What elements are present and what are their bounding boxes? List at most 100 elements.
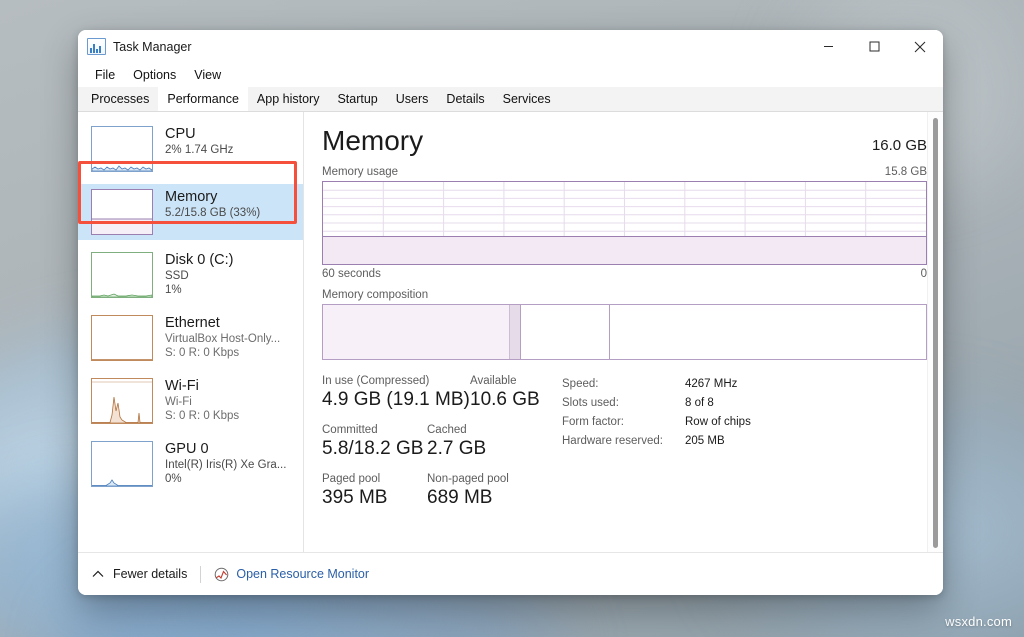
menu-bar: File Options View — [78, 63, 943, 87]
task-manager-window: Task Manager File Options View Processes — [78, 30, 943, 595]
panel-header: Memory 16.0 GB — [322, 124, 927, 158]
memory-stats: In use (Compressed) 4.9 GB (19.1 MB) Ava… — [322, 374, 927, 521]
sidebar-item-text: Disk 0 (C:) SSD 1% — [165, 252, 233, 297]
sidebar-item-disk0[interactable]: Disk 0 (C:) SSD 1% — [78, 247, 303, 303]
open-resource-monitor-link[interactable]: Open Resource Monitor — [214, 567, 369, 582]
spec-speed: Speed: 4267 MHz — [562, 375, 927, 394]
page-title: Memory — [322, 124, 423, 158]
menu-options[interactable]: Options — [124, 66, 185, 84]
menu-file[interactable]: File — [86, 66, 124, 84]
spec-key: Speed: — [562, 375, 685, 394]
spec-key: Slots used: — [562, 394, 685, 413]
stat-label: Available — [470, 374, 540, 388]
spec-value: 4267 MHz — [685, 375, 737, 394]
scrollbar-thumb[interactable] — [933, 118, 938, 548]
stat-value: 4.9 GB (19.1 MB) — [322, 388, 470, 412]
sidebar-item-label: GPU 0 — [165, 441, 286, 458]
sidebar-item-sub1: SSD — [165, 269, 233, 283]
sidebar-item-label: Wi-Fi — [165, 378, 239, 395]
composition-segment-in-use — [323, 305, 510, 359]
sidebar-item-text: GPU 0 Intel(R) Iris(R) Xe Gra... 0% — [165, 441, 286, 486]
tab-details[interactable]: Details — [437, 87, 493, 111]
stat-paged-pool: Paged pool 395 MB — [322, 472, 427, 510]
maximize-button[interactable] — [851, 30, 897, 63]
spec-key: Hardware reserved: — [562, 432, 685, 451]
disk-thumbnail-graph — [91, 252, 153, 298]
minimize-button[interactable] — [805, 30, 851, 63]
stat-value: 2.7 GB — [427, 437, 486, 461]
spec-value: Row of chips — [685, 413, 751, 432]
site-watermark: wsxdn.com — [945, 614, 1012, 629]
composition-segment-standby — [521, 305, 610, 359]
sidebar-item-wifi[interactable]: Wi-Fi Wi-Fi S: 0 R: 0 Kbps — [78, 373, 303, 429]
tab-startup[interactable]: Startup — [328, 87, 386, 111]
stat-value: 395 MB — [322, 486, 427, 510]
title-bar[interactable]: Task Manager — [78, 30, 943, 63]
tab-strip: Processes Performance App history Startu… — [78, 87, 943, 112]
desktop: wsxdn.com Task Manager — [0, 0, 1024, 637]
memory-thumbnail-graph — [91, 189, 153, 235]
sidebar-item-ethernet[interactable]: Ethernet VirtualBox Host-Only... S: 0 R:… — [78, 310, 303, 366]
stat-label: Cached — [427, 423, 486, 437]
composition-segment-free — [610, 305, 926, 359]
stat-cached: Cached 2.7 GB — [427, 423, 486, 461]
cpu-thumbnail-graph — [91, 126, 153, 172]
sidebar-item-sub1: VirtualBox Host-Only... — [165, 332, 280, 346]
fewer-details-label: Fewer details — [113, 567, 187, 581]
sidebar-item-label: Ethernet — [165, 315, 280, 332]
spec-slots-used: Slots used: 8 of 8 — [562, 394, 927, 413]
wifi-thumbnail-graph — [91, 378, 153, 424]
resource-monitor-icon — [214, 567, 229, 582]
stat-available: Available 10.6 GB — [470, 374, 540, 412]
ethernet-thumbnail-graph — [91, 315, 153, 361]
vertical-scrollbar[interactable] — [927, 112, 943, 552]
sidebar-item-sub1: 2% 1.74 GHz — [165, 143, 233, 157]
open-resource-monitor-label: Open Resource Monitor — [236, 567, 369, 581]
memory-stats-left: In use (Compressed) 4.9 GB (19.1 MB) Ava… — [322, 374, 562, 521]
usage-chart-timespan: 60 seconds — [322, 268, 381, 280]
stat-label: In use (Compressed) — [322, 374, 470, 388]
stat-value: 5.8/18.2 GB — [322, 437, 427, 461]
spec-form-factor: Form factor: Row of chips — [562, 413, 927, 432]
memory-composition-bar — [322, 304, 927, 360]
composition-title: Memory composition — [322, 289, 428, 301]
spec-key: Form factor: — [562, 413, 685, 432]
window-title: Task Manager — [113, 40, 192, 54]
total-memory-label: 16.0 GB — [872, 137, 927, 154]
task-manager-icon — [87, 38, 106, 55]
spec-value: 8 of 8 — [685, 394, 714, 413]
sidebar-item-text: CPU 2% 1.74 GHz — [165, 126, 233, 157]
tab-performance[interactable]: Performance — [158, 87, 248, 111]
sidebar-item-sub1: Intel(R) Iris(R) Xe Gra... — [165, 458, 286, 472]
resource-sidebar: CPU 2% 1.74 GHz Memory 5.2/15.8 GB (33%) — [78, 112, 304, 552]
chevron-up-icon — [92, 570, 104, 578]
stat-label: Non-paged pool — [427, 472, 509, 486]
tab-app-history[interactable]: App history — [248, 87, 329, 111]
footer-divider — [200, 566, 201, 583]
tab-users[interactable]: Users — [387, 87, 438, 111]
fewer-details-button[interactable]: Fewer details — [92, 567, 187, 581]
memory-specs: Speed: 4267 MHz Slots used: 8 of 8 Form … — [562, 374, 927, 521]
close-button[interactable] — [897, 30, 943, 63]
tab-processes[interactable]: Processes — [82, 87, 158, 111]
performance-detail-panel: Memory 16.0 GB Memory usage 15.8 GB — [304, 112, 943, 552]
stat-committed: Committed 5.8/18.2 GB — [322, 423, 427, 461]
stat-value: 10.6 GB — [470, 388, 540, 412]
stat-value: 689 MB — [427, 486, 509, 510]
usage-chart-max: 15.8 GB — [885, 166, 927, 178]
menu-view[interactable]: View — [185, 66, 230, 84]
window-controls — [805, 30, 943, 63]
usage-chart-footer: 60 seconds 0 — [322, 268, 927, 280]
window-body: CPU 2% 1.74 GHz Memory 5.2/15.8 GB (33%) — [78, 112, 943, 552]
sidebar-item-cpu[interactable]: CPU 2% 1.74 GHz — [78, 121, 303, 177]
stat-in-use: In use (Compressed) 4.9 GB (19.1 MB) — [322, 374, 470, 412]
sidebar-item-label: Disk 0 (C:) — [165, 252, 233, 269]
usage-chart-title: Memory usage — [322, 166, 398, 178]
sidebar-item-gpu0[interactable]: GPU 0 Intel(R) Iris(R) Xe Gra... 0% — [78, 436, 303, 492]
sidebar-item-memory[interactable]: Memory 5.2/15.8 GB (33%) — [78, 184, 303, 240]
tab-services[interactable]: Services — [494, 87, 560, 111]
sidebar-item-text: Memory 5.2/15.8 GB (33%) — [165, 189, 260, 220]
usage-chart-caption: Memory usage 15.8 GB — [322, 166, 927, 178]
sidebar-item-text: Wi-Fi Wi-Fi S: 0 R: 0 Kbps — [165, 378, 239, 423]
composition-segment-modified — [510, 305, 521, 359]
